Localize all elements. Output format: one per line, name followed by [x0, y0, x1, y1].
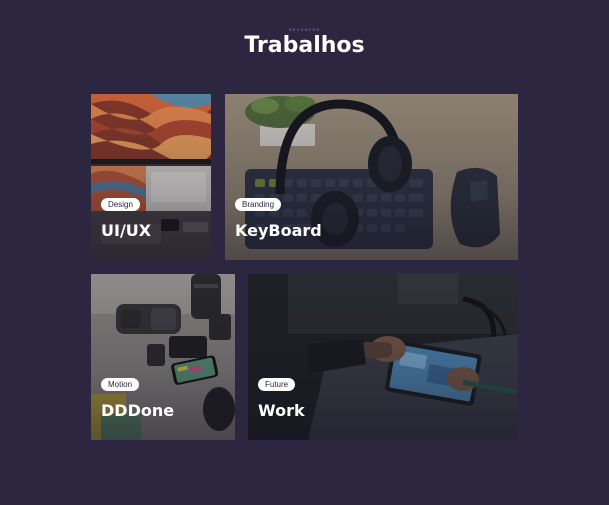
card-title: Work — [258, 401, 305, 420]
card-tag: Design — [101, 198, 140, 211]
portfolio-card-uiux[interactable]: Design UI/UX — [91, 94, 211, 260]
section-eyebrow: RECENTES — [288, 27, 321, 32]
card-tag: Future — [258, 378, 296, 391]
card-tag: Branding — [235, 198, 282, 211]
portfolio-card-work[interactable]: Future Work — [248, 274, 518, 440]
section-title: Trabalhos — [244, 33, 365, 58]
card-title: KeyBoard — [235, 221, 322, 240]
card-title: DDDone — [101, 401, 175, 420]
portfolio-card-dddone[interactable]: Motion DDDone — [91, 274, 235, 440]
card-title: UI/UX — [101, 221, 152, 240]
card-tag: Motion — [101, 378, 140, 391]
portfolio-card-keyboard[interactable]: Branding KeyBoard — [225, 94, 518, 260]
